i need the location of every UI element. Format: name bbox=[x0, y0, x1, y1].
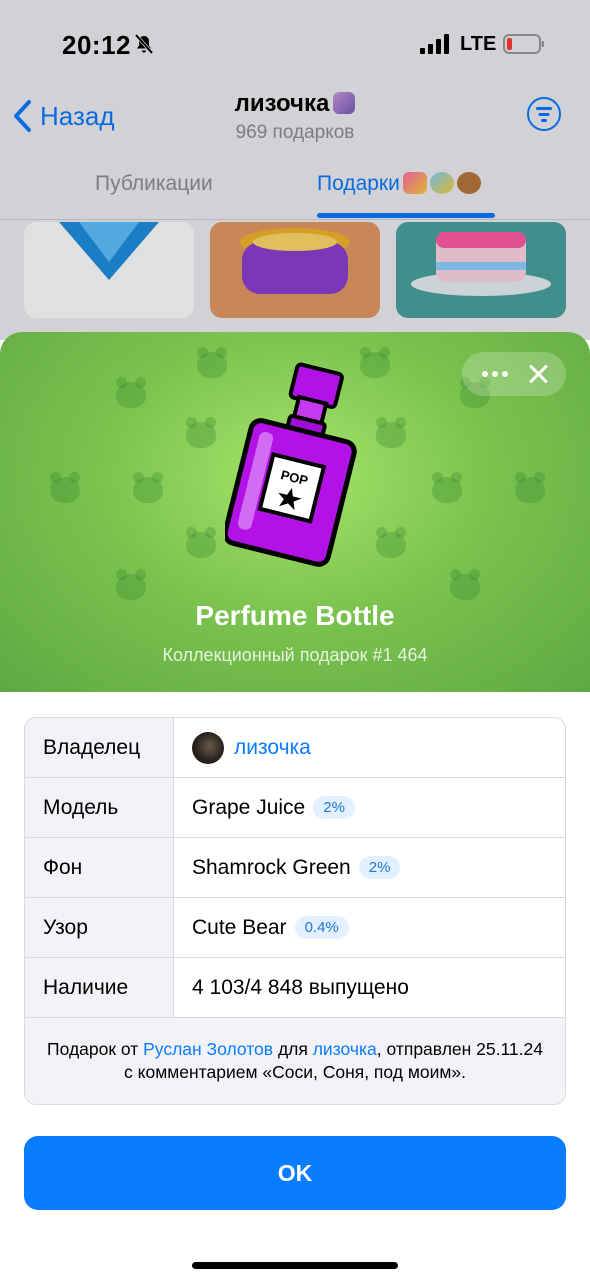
heart-gift-icon bbox=[402, 172, 427, 194]
close-icon[interactable] bbox=[522, 358, 554, 390]
gift-tile-diamond[interactable] bbox=[24, 222, 194, 318]
bear-pattern-mark bbox=[116, 377, 146, 408]
tab-indicator bbox=[317, 213, 495, 218]
bear-pattern-mark bbox=[116, 569, 146, 600]
tab-gifts[interactable]: Подарки bbox=[317, 170, 481, 206]
home-indicator bbox=[192, 1262, 398, 1269]
gift-title: Perfume Bottle bbox=[195, 600, 395, 631]
status-time: 20:12 bbox=[62, 30, 131, 60]
network-type: LTE bbox=[460, 33, 497, 55]
bear-pattern-mark bbox=[50, 472, 80, 503]
status-bar: 20:12 LTE bbox=[0, 0, 590, 80]
avatar[interactable] bbox=[192, 731, 224, 764]
filter-icon-line bbox=[541, 119, 547, 122]
model-value-cell: Grape Juice 2% bbox=[174, 778, 565, 837]
pattern-value-cell: Cute Bear 0.4% bbox=[174, 898, 565, 957]
profile-name: лизочка bbox=[234, 90, 330, 117]
teddy-bear-icon bbox=[456, 172, 481, 194]
perfume-bottle-icon: POP bbox=[225, 362, 357, 567]
bear-pattern-mark bbox=[376, 527, 406, 558]
filter-icon-line bbox=[538, 113, 550, 116]
caption-prefix: Подарок от bbox=[47, 1039, 144, 1059]
gift-caption: Подарок от Руслан Золотов для лизочка, о… bbox=[25, 1018, 565, 1104]
bear-pattern-mark bbox=[432, 472, 462, 503]
more-dot bbox=[502, 371, 508, 377]
pattern-rarity-badge[interactable]: 0.4% bbox=[294, 916, 349, 939]
gift-sheet: POP Perfume Bottle Коллекционный подарок… bbox=[0, 332, 590, 1280]
table-row-pattern: Узор Cute Bear 0.4% bbox=[25, 898, 565, 958]
bear-pattern-mark bbox=[197, 347, 227, 378]
owner-value[interactable]: лизочка bbox=[174, 718, 565, 777]
model-label: Модель bbox=[25, 778, 174, 837]
background-rarity-badge[interactable]: 2% bbox=[358, 856, 401, 879]
tab-gifts-label: Подарки bbox=[317, 172, 400, 195]
bell-muted-icon bbox=[134, 33, 154, 55]
caption-middle: для bbox=[273, 1039, 313, 1059]
pattern-label: Узор bbox=[25, 898, 174, 957]
cake-icon bbox=[411, 232, 551, 296]
owner-link[interactable]: лизочка bbox=[234, 736, 311, 760]
diamond-icon bbox=[59, 222, 159, 280]
bear-pattern-mark bbox=[133, 472, 163, 503]
pot-icon bbox=[240, 228, 350, 294]
recipient-link[interactable]: лизочка bbox=[313, 1039, 377, 1059]
more-icon[interactable] bbox=[472, 352, 518, 396]
table-row-owner: Владелец лизочка bbox=[25, 718, 565, 778]
bear-pattern-mark bbox=[376, 417, 406, 448]
gift-details-table: Владелец лизочка Модель Grape Juice 2% Ф… bbox=[24, 717, 566, 1105]
nav-title-block: лизочка 969 подарков bbox=[0, 90, 590, 144]
background-screen: 20:12 LTE Назад лизочка 969 подарков Пуб… bbox=[0, 0, 590, 340]
table-row-background: Фон Shamrock Green 2% bbox=[25, 838, 565, 898]
sender-link[interactable]: Руслан Золотов bbox=[143, 1039, 273, 1059]
background-value-cell: Shamrock Green 2% bbox=[174, 838, 565, 897]
filter-button[interactable] bbox=[527, 97, 561, 131]
more-dot bbox=[482, 371, 488, 377]
gift-tile-pot[interactable] bbox=[210, 222, 380, 318]
battery-icon bbox=[503, 34, 544, 54]
bear-pattern-mark bbox=[186, 417, 216, 448]
model-value: Grape Juice bbox=[192, 795, 306, 819]
owner-label: Владелец bbox=[25, 718, 174, 777]
star-gift-icon bbox=[429, 172, 454, 194]
tab-publications[interactable]: Публикации bbox=[95, 170, 213, 206]
hero-actions bbox=[462, 352, 566, 396]
model-rarity-badge[interactable]: 2% bbox=[313, 796, 355, 819]
gift-subtitle: Коллекционный подарок #1 464 bbox=[162, 645, 428, 665]
background-value: Shamrock Green bbox=[192, 855, 351, 879]
bear-pattern-mark bbox=[515, 472, 545, 503]
more-dot bbox=[492, 371, 498, 377]
availability-value: 4 103/4 848 выпущено bbox=[192, 975, 409, 999]
availability-label: Наличие bbox=[25, 958, 174, 1017]
signal-icon bbox=[420, 34, 449, 54]
table-row-model: Модель Grape Juice 2% bbox=[25, 778, 565, 838]
gift-tile-cake[interactable] bbox=[396, 222, 566, 318]
gift-hero: POP Perfume Bottle Коллекционный подарок… bbox=[0, 332, 590, 692]
pattern-value: Cute Bear bbox=[192, 915, 287, 939]
bear-pattern-mark bbox=[450, 569, 480, 600]
gift-count: 969 подарков bbox=[235, 122, 355, 143]
table-row-availability: Наличие 4 103/4 848 выпущено bbox=[25, 958, 565, 1018]
filter-icon bbox=[536, 107, 552, 110]
background-label: Фон bbox=[25, 838, 174, 897]
bear-pattern-mark bbox=[186, 527, 216, 558]
profile-emoji-icon bbox=[333, 92, 356, 114]
ok-button[interactable]: OK bbox=[24, 1136, 566, 1210]
tab-bar: Публикации Подарки bbox=[0, 170, 590, 220]
